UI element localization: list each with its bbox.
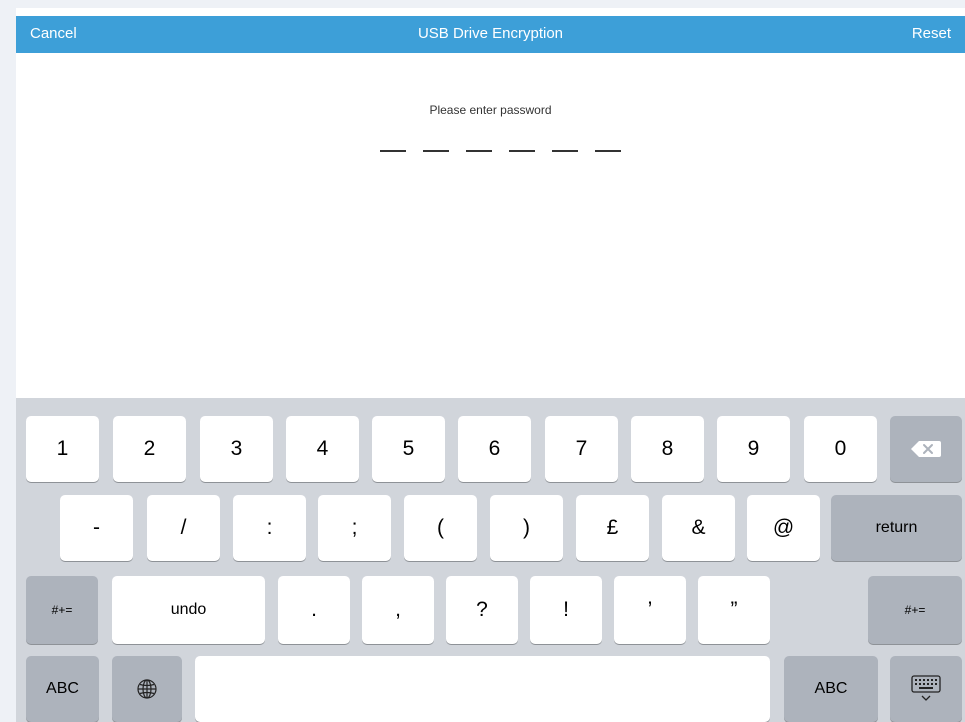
key-close-paren[interactable]: ) bbox=[490, 495, 563, 561]
key-period[interactable]: . bbox=[278, 576, 350, 644]
globe-icon bbox=[137, 679, 157, 699]
on-screen-keyboard: 1 2 3 4 5 6 7 8 9 0 - / : ; ( ) £ & @ re… bbox=[16, 398, 965, 722]
navigation-bar: Cancel USB Drive Encryption Reset bbox=[16, 16, 965, 53]
password-prompt: Please enter password bbox=[429, 103, 552, 117]
key-comma[interactable]: , bbox=[362, 576, 434, 644]
key-7[interactable]: 7 bbox=[545, 416, 618, 482]
key-5[interactable]: 5 bbox=[372, 416, 445, 482]
page-title: USB Drive Encryption bbox=[417, 25, 564, 42]
key-slash[interactable]: / bbox=[147, 495, 220, 561]
delete-backspace-icon bbox=[911, 441, 941, 457]
return-key[interactable]: return bbox=[831, 495, 962, 561]
password-digit-slot bbox=[466, 150, 492, 152]
undo-key[interactable]: undo bbox=[112, 576, 265, 644]
symbols-key-right[interactable]: #+= bbox=[868, 576, 962, 644]
password-digit-slot bbox=[380, 150, 406, 152]
key-1[interactable]: 1 bbox=[26, 416, 99, 482]
key-open-paren[interactable]: ( bbox=[404, 495, 477, 561]
hide-keyboard-key[interactable] bbox=[890, 656, 962, 722]
keyboard-dismiss-icon bbox=[911, 675, 941, 701]
password-digit-slot bbox=[595, 150, 621, 152]
key-semicolon[interactable]: ; bbox=[318, 495, 391, 561]
abc-key-right[interactable]: ABC bbox=[784, 656, 878, 722]
key-3[interactable]: 3 bbox=[200, 416, 273, 482]
key-9[interactable]: 9 bbox=[717, 416, 790, 482]
key-ampersand[interactable]: & bbox=[662, 495, 735, 561]
key-question[interactable]: ? bbox=[446, 576, 518, 644]
key-at[interactable]: @ bbox=[747, 495, 820, 561]
key-2[interactable]: 2 bbox=[113, 416, 186, 482]
key-4[interactable]: 4 bbox=[286, 416, 359, 482]
key-double-quote[interactable]: ” bbox=[698, 576, 770, 644]
symbols-key-left[interactable]: #+= bbox=[26, 576, 98, 644]
key-0[interactable]: 0 bbox=[804, 416, 877, 482]
key-8[interactable]: 8 bbox=[631, 416, 704, 482]
key-hyphen[interactable]: - bbox=[60, 495, 133, 561]
key-colon[interactable]: : bbox=[233, 495, 306, 561]
backspace-key[interactable] bbox=[890, 416, 962, 482]
password-digit-slot bbox=[423, 150, 449, 152]
password-digit-slot bbox=[552, 150, 578, 152]
app-window: Cancel USB Drive Encryption Reset Please… bbox=[16, 8, 965, 722]
key-apostrophe[interactable]: ’ bbox=[614, 576, 686, 644]
password-entry-field[interactable] bbox=[380, 150, 622, 160]
space-bar[interactable] bbox=[195, 656, 770, 722]
key-6[interactable]: 6 bbox=[458, 416, 531, 482]
globe-key[interactable] bbox=[112, 656, 182, 722]
abc-key-left[interactable]: ABC bbox=[26, 656, 99, 722]
password-digit-slot bbox=[509, 150, 535, 152]
reset-button[interactable]: Reset bbox=[912, 25, 951, 42]
key-exclamation[interactable]: ! bbox=[530, 576, 602, 644]
key-pound[interactable]: £ bbox=[576, 495, 649, 561]
